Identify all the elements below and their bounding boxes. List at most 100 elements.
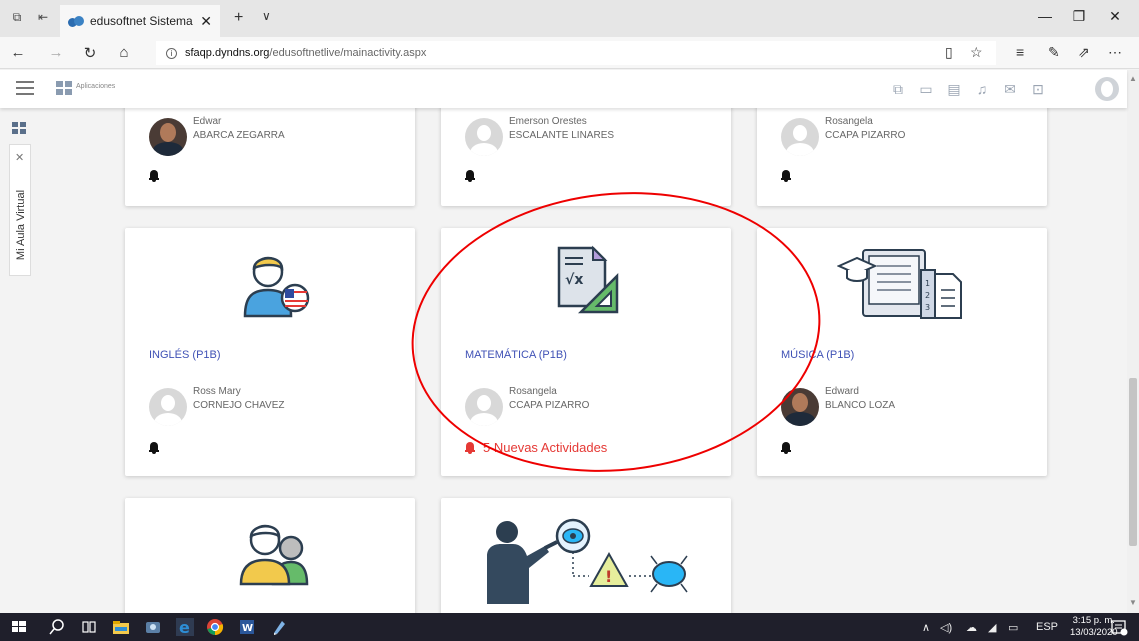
- windows-taskbar: e W ∧ ◁) ☁ ◢ ▭ ESP 3:15 p. m. 13/03/2020: [0, 613, 1139, 641]
- svg-text:!: !: [605, 567, 612, 586]
- app-icon[interactable]: [144, 618, 162, 636]
- onedrive-cloud-icon[interactable]: ☁: [966, 621, 977, 634]
- minimize-button[interactable]: —: [1030, 8, 1060, 24]
- reading-view-icon[interactable]: ▯: [945, 44, 953, 61]
- forward-icon[interactable]: →: [46, 44, 66, 61]
- volume-icon[interactable]: ◁): [940, 621, 952, 634]
- tab-close-button[interactable]: ✕: [200, 13, 212, 30]
- course-title[interactable]: INGLÉS (P1B): [149, 349, 221, 361]
- course-grid: Edwar ABARCA ZEGARRA Emerson Orestes ESC…: [40, 108, 1127, 613]
- app-header: Aplicaciones ⧉ ▭ ▤ ♫ ✉ ⊡: [0, 70, 1127, 108]
- page-scrollbar[interactable]: ▲ ▼: [1127, 70, 1139, 613]
- teacher-avatar-placeholder: [465, 118, 503, 156]
- new-tab-button[interactable]: +: [234, 9, 243, 27]
- teacher-first-name: Edwar: [193, 116, 222, 127]
- svg-text:1: 1: [925, 279, 930, 288]
- mail-icon[interactable]: ✉: [1000, 79, 1020, 99]
- browser-tab[interactable]: edusoftnet Sistema de ( ✕: [60, 5, 220, 37]
- bell-alert-icon[interactable]: [465, 442, 475, 454]
- switch-windows-icon[interactable]: ⧉: [888, 79, 908, 99]
- tray-chevron-icon[interactable]: ∧: [922, 621, 930, 634]
- scroll-thumb[interactable]: [1129, 378, 1137, 546]
- notifications-bell-icon[interactable]: ♫: [972, 79, 992, 99]
- tab-title: edusoftnet Sistema de (: [90, 14, 194, 28]
- course-card[interactable]: Rosangela CCAPA PIZARRO: [757, 108, 1047, 206]
- teacher-photo: [149, 118, 187, 156]
- teacher-last-name: CORNEJO CHAVEZ: [193, 400, 285, 411]
- teacher-first-name: Emerson Orestes: [509, 116, 587, 127]
- search-icon[interactable]: [48, 618, 66, 636]
- teacher-first-name: Rosangela: [825, 116, 873, 127]
- teacher-last-name: BLANCO LOZA: [825, 400, 896, 411]
- course-card-ingles[interactable]: INGLÉS (P1B) Ross Mary CORNEJO CHAVEZ: [125, 228, 415, 476]
- browser-tab-bar: ⧉ ⇤ edusoftnet Sistema de ( ✕ + ∨ — ❐ ✕: [0, 0, 1139, 37]
- chrome-icon[interactable]: [206, 618, 224, 636]
- left-sidebar: ✕ Mi Aula Virtual: [0, 108, 40, 613]
- course-card[interactable]: [125, 498, 415, 613]
- teacher-last-name: ABARCA ZEGARRA: [193, 130, 285, 141]
- tab-list-button[interactable]: ∨: [262, 9, 271, 23]
- windows-start-icon[interactable]: [10, 618, 28, 636]
- ebook-graduation-icon: 1 2 3: [837, 249, 962, 319]
- file-explorer-icon[interactable]: [112, 618, 130, 636]
- user-avatar[interactable]: [1095, 77, 1119, 101]
- lock-icon[interactable]: ⊡: [1028, 79, 1048, 99]
- svg-text:2: 2: [925, 291, 930, 300]
- side-tab-label: Mi Aula Virtual: [15, 189, 27, 261]
- wifi-icon[interactable]: ◢: [988, 621, 996, 634]
- edge-browser-icon[interactable]: e: [176, 618, 194, 636]
- dashboard-grid-icon[interactable]: [12, 122, 26, 134]
- url-field[interactable]: i sfaqp.dyndns.org/edusoftnetlive/mainac…: [156, 41, 996, 65]
- tab-actions-icon[interactable]: ⧉: [10, 10, 24, 24]
- teacher-first-name: Edward: [825, 386, 859, 397]
- home-icon[interactable]: ⌂: [114, 44, 134, 61]
- svg-text:W: W: [242, 623, 253, 634]
- teacher-avatar-placeholder: [781, 118, 819, 156]
- more-menu-icon[interactable]: ⋯: [1108, 44, 1122, 61]
- favorite-star-icon[interactable]: ☆: [970, 44, 983, 61]
- svg-text:e: e: [179, 618, 190, 636]
- restore-button[interactable]: ❐: [1064, 8, 1094, 25]
- bell-icon[interactable]: [781, 442, 791, 454]
- address-bar: ← → ↻ ⌂ i sfaqp.dyndns.org/edusoftnetliv…: [0, 37, 1139, 69]
- bell-icon[interactable]: [465, 170, 475, 182]
- share-icon[interactable]: ⇗: [1078, 44, 1090, 61]
- notifications-icon[interactable]: [1110, 618, 1128, 636]
- apps-grid-icon[interactable]: [56, 81, 72, 95]
- language-indicator[interactable]: ESP: [1036, 621, 1058, 633]
- favorites-list-icon[interactable]: ≡: [1016, 44, 1024, 60]
- hamburger-menu-icon[interactable]: [16, 81, 34, 95]
- scroll-up-icon[interactable]: ▲: [1129, 74, 1137, 83]
- scroll-down-icon[interactable]: ▼: [1129, 598, 1137, 607]
- teacher-last-name: ESCALANTE LINARES: [509, 130, 615, 141]
- bell-icon[interactable]: [149, 442, 159, 454]
- screen-icon[interactable]: ▭: [916, 79, 936, 99]
- virtual-classroom-tab[interactable]: ✕ Mi Aula Virtual: [9, 144, 31, 276]
- site-favicon-icon: [68, 15, 84, 27]
- teacher-first-name: Ross Mary: [193, 386, 241, 397]
- presenter-inspection-icon: !: [487, 518, 688, 604]
- bell-icon[interactable]: [781, 170, 791, 182]
- users-group-icon: [239, 524, 309, 586]
- site-info-icon[interactable]: i: [166, 47, 177, 59]
- url-path: /edusoftnetlive/mainactivity.aspx: [269, 47, 427, 59]
- course-card[interactable]: Edwar ABARCA ZEGARRA: [125, 108, 415, 206]
- close-window-button[interactable]: ✕: [1100, 8, 1130, 25]
- svg-text:3: 3: [925, 303, 930, 312]
- notes-pen-icon[interactable]: ✎: [1048, 44, 1060, 61]
- word-icon[interactable]: W: [238, 618, 256, 636]
- tab-aside-icon[interactable]: ⇤: [36, 10, 50, 24]
- refresh-icon[interactable]: ↻: [80, 44, 100, 62]
- back-icon[interactable]: ←: [8, 44, 28, 61]
- app-icon[interactable]: [270, 618, 288, 636]
- battery-icon[interactable]: ▭: [1008, 621, 1018, 634]
- course-card[interactable]: Emerson Orestes ESCALANTE LINARES: [441, 108, 731, 206]
- side-tab-close-icon[interactable]: ✕: [15, 151, 24, 164]
- teacher-avatar-placeholder: [149, 388, 187, 426]
- course-card[interactable]: !: [441, 498, 731, 613]
- task-view-icon[interactable]: [80, 618, 98, 636]
- calendar-icon[interactable]: ▤: [944, 79, 964, 99]
- apps-label[interactable]: Aplicaciones: [76, 83, 115, 90]
- teacher-last-name: CCAPA PIZARRO: [825, 130, 906, 141]
- bell-icon[interactable]: [149, 170, 159, 182]
